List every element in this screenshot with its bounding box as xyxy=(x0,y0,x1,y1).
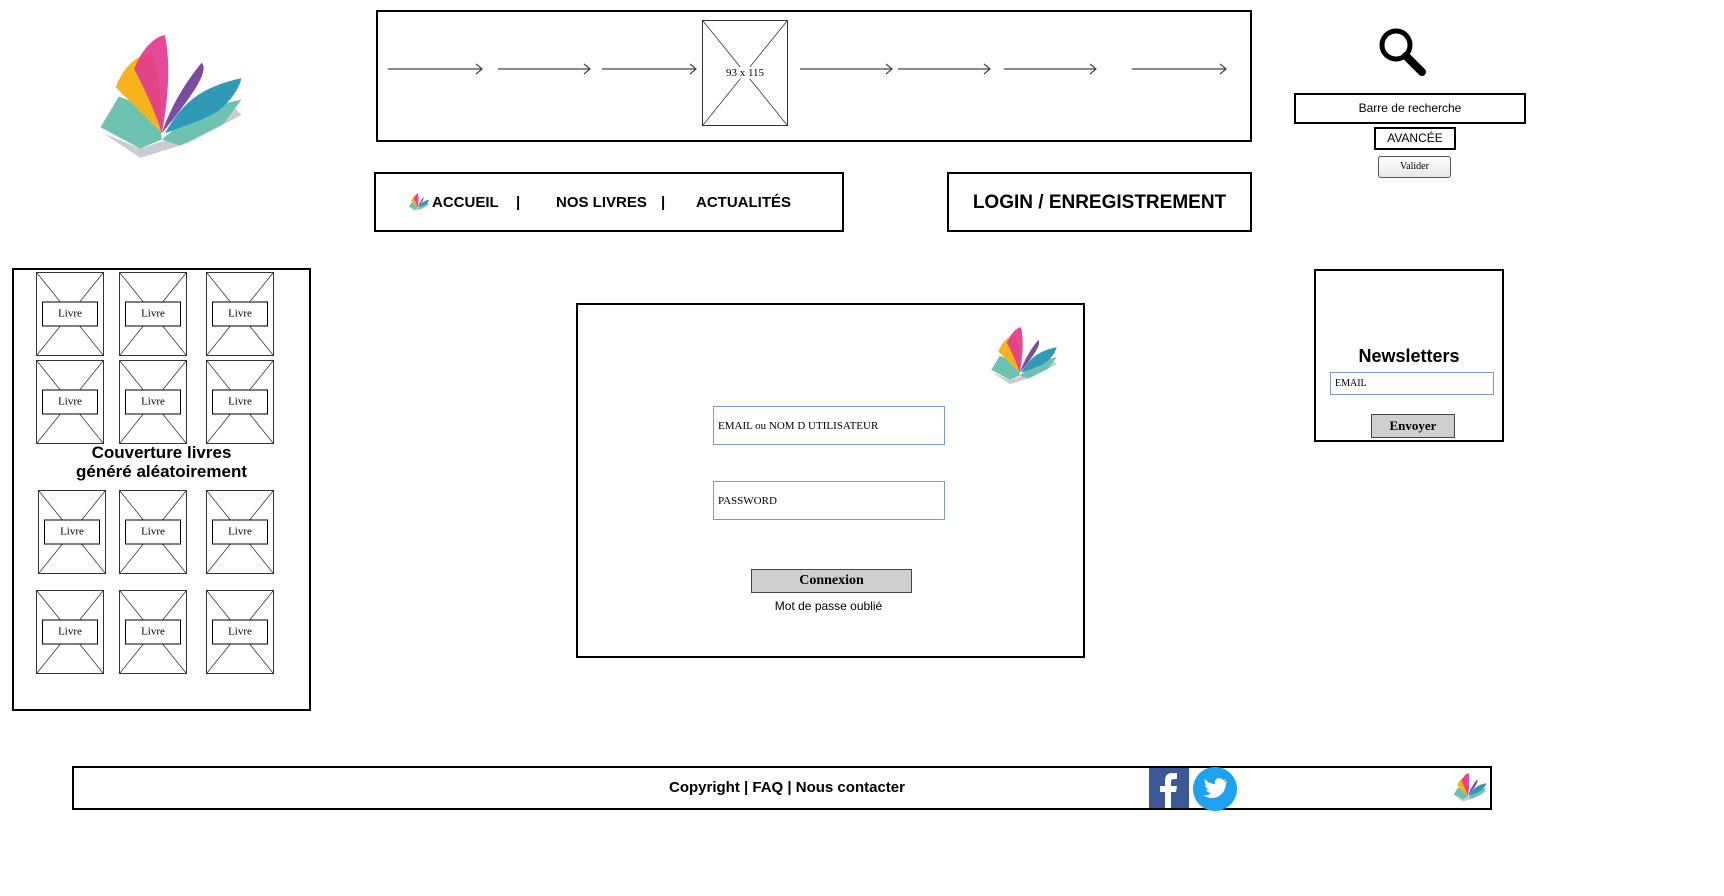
placeholder-size-label: 93 x 115 xyxy=(703,67,787,79)
book-cover-label: Livre xyxy=(125,519,181,545)
search-icon[interactable] xyxy=(1376,26,1430,78)
password-placeholder: PASSWORD xyxy=(718,494,777,507)
carousel-arrows xyxy=(388,63,1227,75)
book-cover-placeholder[interactable]: Livre xyxy=(206,360,274,444)
advanced-search-button[interactable]: AVANCÉE xyxy=(1374,127,1456,150)
facebook-icon[interactable] xyxy=(1149,768,1189,808)
footer-logo xyxy=(1452,771,1488,803)
footer-contact-link[interactable]: Nous contacter xyxy=(796,779,905,796)
form-logo xyxy=(986,323,1062,387)
footer-separator: | xyxy=(787,779,792,796)
newsletter-title: Newsletters xyxy=(1358,346,1460,366)
covers-caption: Couverture livres généré aléatoirement xyxy=(14,443,309,481)
nav-separator: | xyxy=(661,194,666,211)
book-cover-label: Livre xyxy=(125,619,181,645)
book-cover-placeholder[interactable]: Livre xyxy=(119,590,187,674)
nav-separator: | xyxy=(516,194,521,211)
username-placeholder: EMAIL ou NOM D UTILISATEUR xyxy=(718,419,879,432)
nav-item-nos-livres[interactable]: NOS LIVRES xyxy=(556,194,647,211)
footer-separator: | xyxy=(744,779,749,796)
covers-caption-line1: Couverture livres xyxy=(91,443,232,462)
newsletter-submit-button[interactable]: Envoyer xyxy=(1371,414,1455,438)
carousel-image-placeholder[interactable]: 93 x 115 xyxy=(702,20,788,126)
password-field[interactable]: PASSWORD xyxy=(713,481,945,520)
book-cover-label: Livre xyxy=(42,301,98,327)
book-cover-label: Livre xyxy=(212,389,268,415)
search-input-label: Barre de recherche xyxy=(1358,101,1462,115)
search-input[interactable]: Barre de recherche xyxy=(1294,93,1526,124)
forgot-password-link[interactable]: Mot de passe oublié xyxy=(578,599,1079,613)
book-cover-label: Livre xyxy=(42,619,98,645)
twitter-icon[interactable] xyxy=(1192,766,1238,812)
book-cover-placeholder[interactable]: Livre xyxy=(119,272,187,356)
advanced-search-label: AVANCÉE xyxy=(1387,131,1443,145)
login-register-label: LOGIN / ENREGISTREMENT xyxy=(972,192,1227,213)
login-form: EMAIL ou NOM D UTILISATEUR PASSWORD Conn… xyxy=(576,303,1085,658)
username-field[interactable]: EMAIL ou NOM D UTILISATEUR xyxy=(713,406,945,445)
book-cover-label: Livre xyxy=(212,301,268,327)
newsletter-email-field[interactable]: EMAIL xyxy=(1330,372,1494,395)
book-cover-placeholder[interactable]: Livre xyxy=(38,490,106,574)
book-cover-placeholder[interactable]: Livre xyxy=(36,360,104,444)
main-nav: ACCUEIL | NOS LIVRES | ACTUALITÉS xyxy=(374,172,844,232)
search-submit-button[interactable]: Valider xyxy=(1378,156,1451,178)
book-cover-placeholder[interactable]: Livre xyxy=(36,272,104,356)
book-cover-placeholder[interactable]: Livre xyxy=(119,490,187,574)
book-cover-label: Livre xyxy=(212,619,268,645)
footer: Copyright | FAQ | Nous contacter xyxy=(72,766,1492,812)
footer-copyright-link[interactable]: Copyright xyxy=(669,779,740,796)
book-cover-placeholder[interactable]: Livre xyxy=(206,272,274,356)
newsletter-panel: Newsletters EMAIL Envoyer xyxy=(1314,269,1504,442)
login-submit-button[interactable]: Connexion xyxy=(751,569,912,593)
book-cover-label: Livre xyxy=(44,519,100,545)
search-submit-label: Valider xyxy=(1400,161,1429,172)
footer-links: Copyright | FAQ | Nous contacter xyxy=(669,779,905,796)
footer-faq-link[interactable]: FAQ xyxy=(752,779,783,796)
book-cover-label: Livre xyxy=(125,389,181,415)
nav-home-icon xyxy=(408,192,430,212)
newsletter-submit-label: Envoyer xyxy=(1389,418,1437,433)
nav-item-accueil[interactable]: ACCUEIL xyxy=(432,194,499,211)
login-submit-label: Connexion xyxy=(799,573,864,588)
covers-caption-line2: généré aléatoirement xyxy=(75,462,247,481)
site-logo[interactable] xyxy=(86,26,256,164)
book-cover-label: Livre xyxy=(125,301,181,327)
book-cover-placeholder[interactable]: Livre xyxy=(206,490,274,574)
book-cover-placeholder[interactable]: Livre xyxy=(206,590,274,674)
random-covers-panel: Livre Livre Livre Livre Livre Livre Livre Livre… xyxy=(12,268,311,711)
book-cover-placeholder[interactable]: Livre xyxy=(36,590,104,674)
book-cover-placeholder[interactable]: Livre xyxy=(119,360,187,444)
nav-item-actualites[interactable]: ACTUALITÉS xyxy=(696,194,791,211)
book-cover-label: Livre xyxy=(42,389,98,415)
login-register-button[interactable]: LOGIN / ENREGISTREMENT xyxy=(947,172,1252,232)
carousel-banner: 93 x 115 xyxy=(376,10,1252,142)
book-cover-label: Livre xyxy=(212,519,268,545)
newsletter-email-placeholder: EMAIL xyxy=(1335,378,1367,389)
